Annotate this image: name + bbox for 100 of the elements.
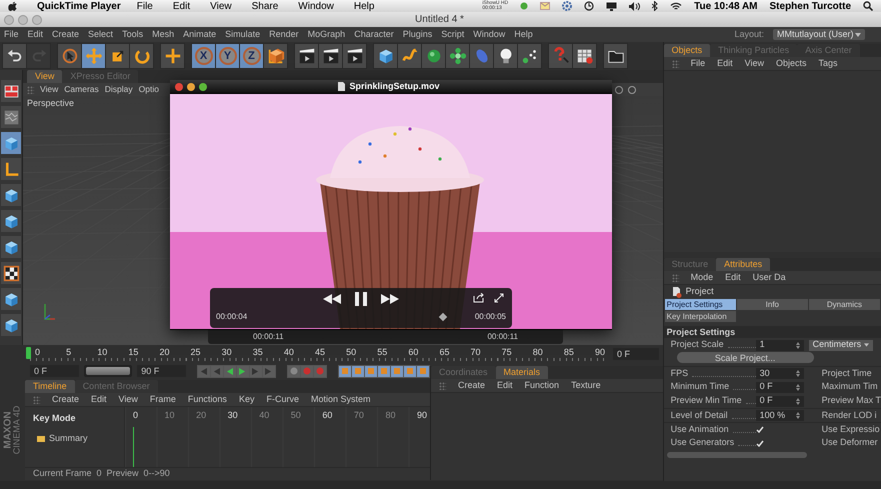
panel-tab[interactable]: View [27, 70, 62, 83]
panel-menu-item[interactable]: Create [52, 392, 80, 406]
menu-item[interactable]: Character [354, 28, 394, 42]
attribute-page-tab[interactable]: Info [736, 299, 808, 310]
viewport-menu-item[interactable]: Display [104, 83, 133, 96]
playhead-marker[interactable] [26, 347, 31, 359]
toolbar-button[interactable] [3, 44, 26, 68]
panel-menu-item[interactable]: View [118, 392, 138, 406]
menu-item[interactable]: Render [269, 28, 299, 42]
mode-button[interactable] [1, 262, 21, 284]
menu-item[interactable]: MoGraph [308, 28, 346, 42]
toolbar-button[interactable] [295, 44, 318, 68]
panel-menu-item[interactable]: Objects [776, 56, 807, 70]
menu-item[interactable]: Animate [183, 28, 216, 42]
panel-tab[interactable]: Objects [664, 44, 710, 57]
mode-button[interactable] [1, 210, 21, 232]
menu-item[interactable]: Plugins [402, 28, 432, 42]
menu-item[interactable]: View [206, 0, 236, 14]
panel-menu-item[interactable]: Motion System [310, 392, 370, 406]
menu-item[interactable]: Help [514, 28, 533, 42]
menu-item[interactable]: Simulate [225, 28, 260, 42]
toolbar-button[interactable] [446, 44, 469, 68]
toolbar-button[interactable] [319, 44, 342, 68]
number-field[interactable]: 100 % [756, 410, 804, 421]
app-menu[interactable]: QuickTime Player [37, 0, 121, 14]
key-filter-button[interactable] [364, 366, 377, 376]
menu-item[interactable]: Create [52, 28, 80, 42]
key-filter-button[interactable] [416, 366, 429, 376]
menu-item[interactable]: Select [88, 28, 114, 42]
mode-button[interactable] [1, 314, 21, 336]
toolbar-button[interactable] [604, 44, 627, 68]
panel-menu-item[interactable]: Frame [150, 392, 176, 406]
number-field[interactable]: 1 [756, 340, 804, 350]
minimize-button[interactable] [187, 82, 195, 90]
panel-menu-item[interactable]: Edit [717, 56, 733, 70]
attribute-page-tab[interactable]: Key Interpolation [664, 311, 736, 322]
panel-menu-item[interactable]: Texture [571, 378, 601, 392]
scrubber-playhead[interactable] [438, 312, 448, 322]
unit-dropdown[interactable]: Centimeters [808, 340, 873, 350]
key-filter-button[interactable] [390, 366, 403, 376]
menu-item[interactable]: Share [248, 0, 282, 14]
toolbar-button[interactable] [573, 44, 596, 68]
panel-tab[interactable]: Materials [496, 366, 548, 379]
toolbar-button[interactable] [518, 44, 541, 68]
panel-menu-item[interactable]: User Da [752, 270, 786, 284]
share-button[interactable] [473, 293, 484, 303]
panel-menu-item[interactable]: F-Curve [266, 392, 299, 406]
panel-menu-item[interactable]: Tags [818, 56, 838, 70]
zoom-button[interactable] [199, 82, 207, 90]
toolbar-button[interactable] [494, 44, 517, 68]
axis-toggle-button[interactable]: X [192, 44, 215, 68]
fullscreen-button[interactable] [494, 293, 504, 303]
toolbar-button[interactable] [343, 44, 366, 68]
mode-button[interactable] [1, 288, 21, 310]
end-frame-field[interactable]: 90 F [137, 365, 186, 377]
axis-toggle-button[interactable]: Z [240, 44, 263, 68]
menu-item[interactable]: Script [441, 28, 464, 42]
menu-item[interactable]: Mesh [152, 28, 174, 42]
panel-menu-item[interactable]: Create [458, 378, 486, 392]
menu-item[interactable]: File [4, 28, 19, 42]
key-filter-button[interactable] [378, 366, 390, 376]
fast-forward-button[interactable] [381, 294, 399, 304]
panel-menu-item[interactable]: Mode [690, 270, 714, 284]
key-filter-button[interactable] [352, 366, 364, 376]
playback-button[interactable] [236, 366, 249, 376]
key-filter-button[interactable] [338, 366, 351, 376]
menu-item[interactable]: Edit [28, 28, 44, 42]
horizontal-scrollbar[interactable] [666, 452, 807, 458]
menu-item[interactable]: File [132, 0, 157, 14]
mode-button[interactable] [1, 80, 21, 102]
number-field[interactable]: 0 F [756, 382, 804, 392]
menu-item[interactable]: Edit [168, 0, 194, 14]
number-field[interactable]: 0 F [756, 396, 804, 406]
menu-item[interactable]: Help [350, 0, 378, 14]
mode-button[interactable] [1, 236, 21, 258]
attribute-page-tab[interactable]: Project Settings [664, 299, 736, 310]
attribute-page-tab[interactable]: Dynamics [808, 299, 880, 310]
scale-project-button[interactable]: Scale Project... [676, 352, 814, 363]
panel-menu-item[interactable]: View [744, 56, 764, 70]
pause-button[interactable] [355, 292, 367, 306]
playback-button[interactable] [224, 366, 236, 376]
close-button[interactable] [175, 82, 183, 90]
panel-menu-item[interactable]: Functions [188, 392, 227, 406]
panel-menu-item[interactable]: File [690, 56, 706, 70]
rewind-button[interactable] [323, 294, 341, 304]
menu-item[interactable]: Window [473, 28, 506, 42]
number-field[interactable]: 30 [756, 368, 804, 379]
panel-menu-item[interactable]: Function [524, 378, 560, 392]
menu-item[interactable]: Window [294, 0, 338, 14]
start-frame-field[interactable]: 0 F [30, 365, 79, 377]
panel-menu-item[interactable]: Edit [497, 378, 513, 392]
menu-item[interactable]: Tools [122, 28, 144, 42]
layout-dropdown[interactable]: MMtutlayout (User) [773, 29, 865, 40]
frame-field[interactable]: 0 F [613, 348, 659, 360]
panel-menu-item[interactable]: Edit [725, 270, 741, 284]
viewport-menu-item[interactable]: Cameras [64, 83, 99, 96]
panel-menu-item[interactable]: Edit [91, 392, 107, 406]
track-item[interactable]: Summary [49, 432, 88, 446]
axis-toggle-button[interactable]: Y [216, 44, 239, 68]
mode-button[interactable] [1, 184, 21, 206]
